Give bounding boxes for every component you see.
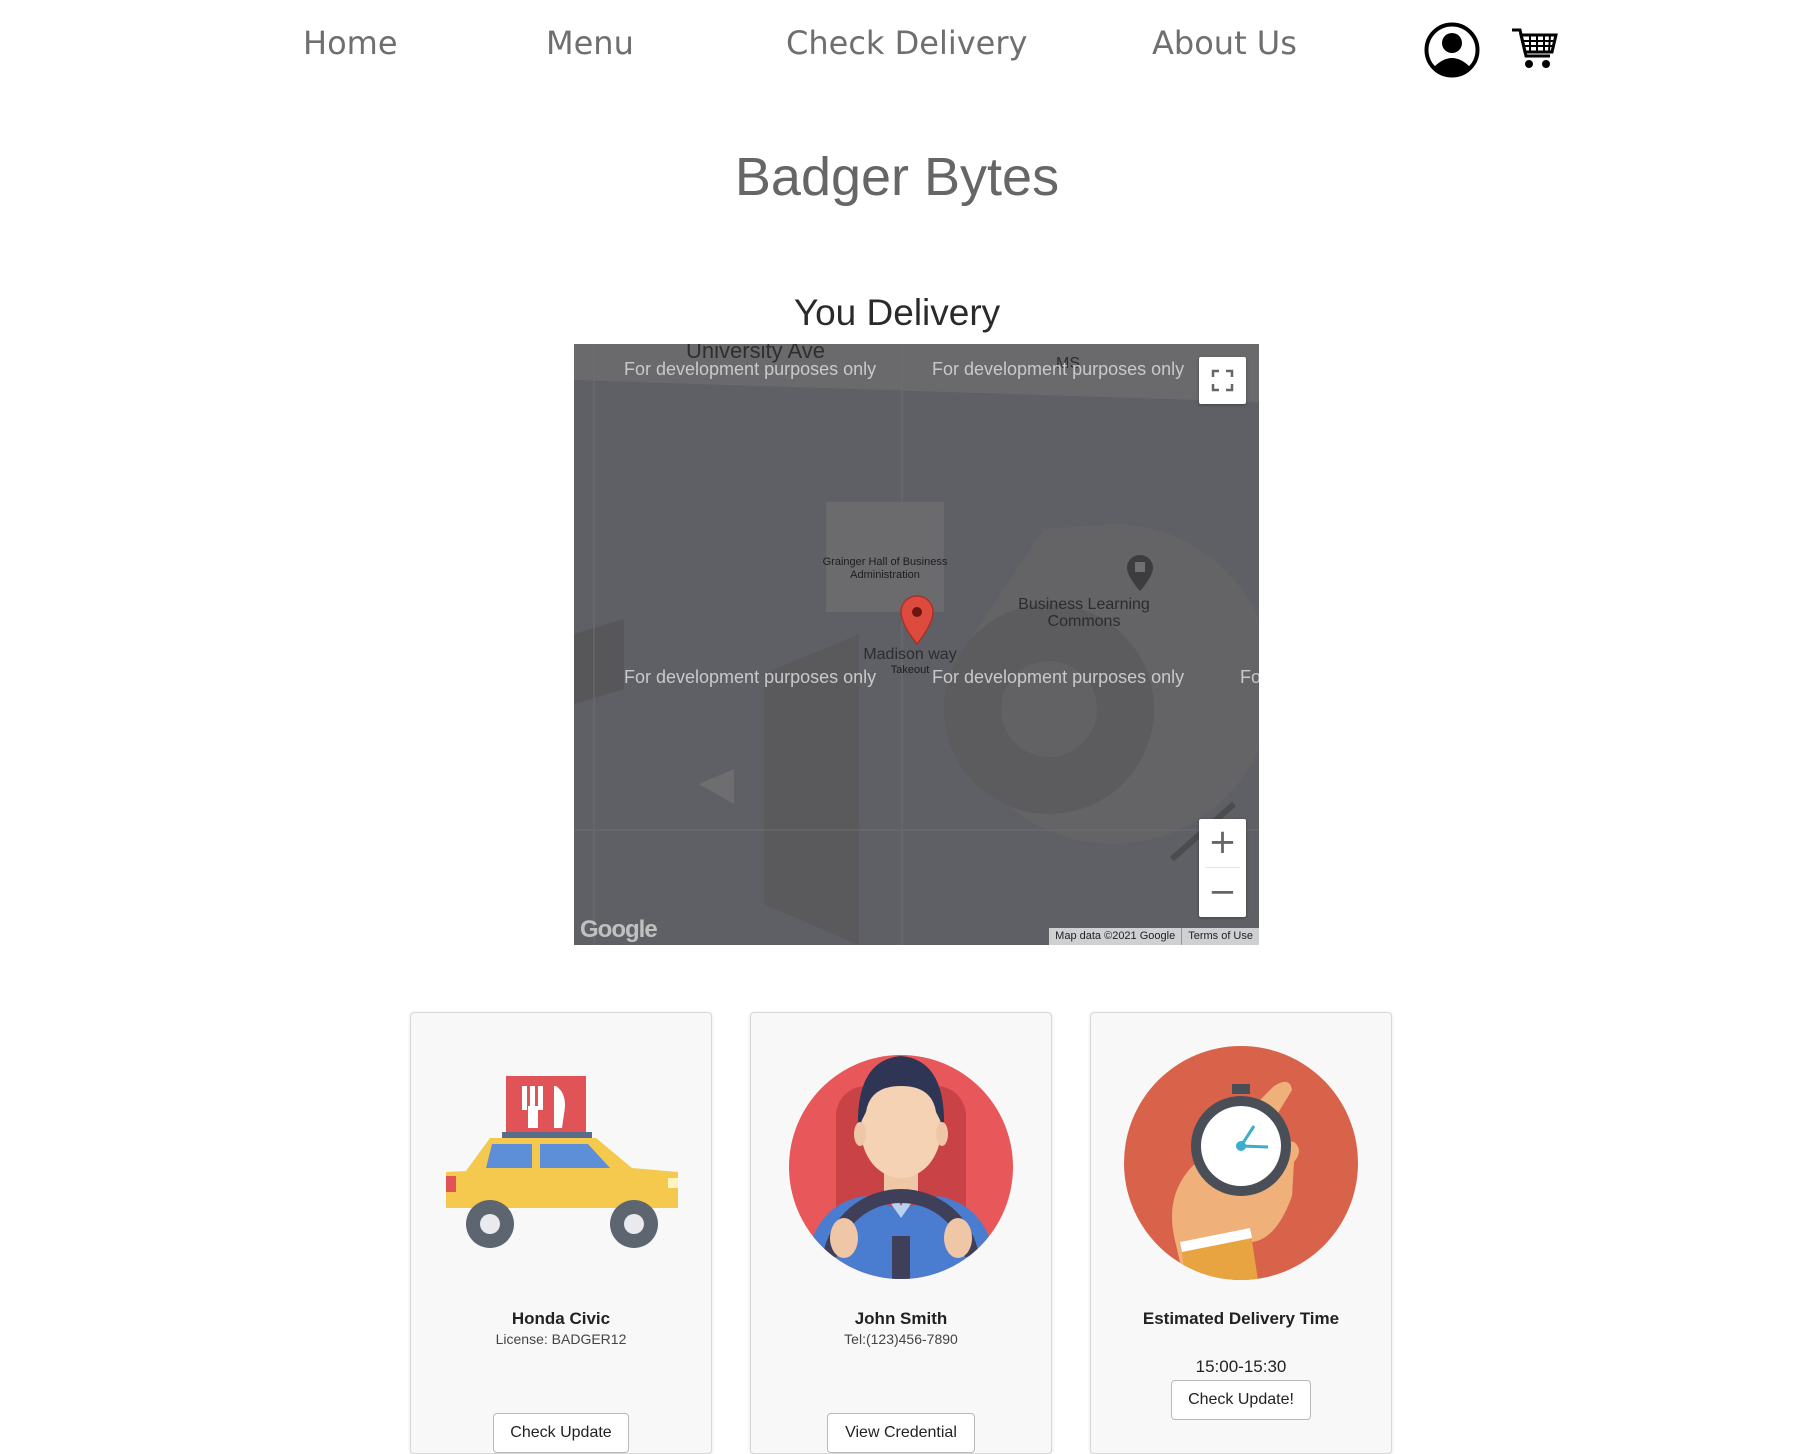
map-attribution: Map data ©2021 Google Terms of Use — [1049, 928, 1259, 945]
fullscreen-icon — [1211, 369, 1234, 392]
nav-about-us-link[interactable]: About Us — [1152, 24, 1297, 62]
shopping-cart-icon[interactable] — [1510, 24, 1558, 72]
vehicle-card: Honda Civic License: BADGER12 Check Upda… — [410, 1012, 712, 1454]
driver-icon — [789, 1055, 1013, 1279]
site-title: Badger Bytes — [734, 147, 1060, 207]
delivery-car-icon — [446, 1076, 678, 1248]
view-credential-button[interactable]: View Credential — [827, 1413, 975, 1453]
map-place-grainger-hall: Grainger Hall of Business Administration — [822, 556, 948, 581]
driver-name: John Smith — [854, 1309, 948, 1328]
map-terms-link[interactable]: Terms of Use — [1182, 928, 1259, 945]
map-place-madison-way: Madison way — [863, 646, 957, 663]
section-title: You Delivery — [793, 292, 1001, 333]
map-data-credit: Map data ©2021 Google — [1055, 930, 1176, 942]
top-nav: Home Menu Check Delivery About Us — [0, 0, 1794, 90]
map-watermark: For development purposes only — [932, 359, 1185, 379]
nav-check-delivery-link[interactable]: Check Delivery — [786, 24, 1027, 62]
map-zoom-out-button[interactable]: − — [1199, 869, 1246, 917]
vehicle-name: Honda Civic — [511, 1309, 611, 1328]
map-fullscreen-button[interactable] — [1199, 357, 1246, 404]
map-watermark: For development purposes only — [624, 359, 877, 379]
map-place-business-learning-commons: Business Learning Commons — [1018, 596, 1150, 630]
map-watermark: Fo — [1240, 667, 1259, 687]
check-update-button[interactable]: Check Update — [493, 1413, 629, 1453]
map-marker-icon — [900, 595, 934, 645]
driver-phone: Tel:(123)456-7890 — [844, 1331, 958, 1347]
nav-home-link[interactable]: Home — [303, 24, 398, 62]
map-zoom-in-button[interactable]: + — [1199, 819, 1246, 867]
delivery-time-window: 15:00-15:30 — [1195, 1357, 1287, 1376]
delivery-map[interactable]: University Ave MS For development purpos… — [574, 344, 1259, 945]
zoom-divider — [1205, 867, 1240, 868]
map-watermark: For development purposes only — [624, 667, 877, 687]
nav-menu-link[interactable]: Menu — [546, 24, 634, 62]
google-logo[interactable]: Google — [580, 916, 658, 944]
map-poi-pin-icon — [1127, 555, 1153, 591]
map-zoom-control: + − — [1199, 819, 1246, 917]
map-watermark: For development purposes only — [932, 667, 1185, 687]
delivery-time-card: Estimated Delivery Time 15:00-15:30 Chec… — [1090, 1012, 1392, 1454]
driver-card: John Smith Tel:(123)456-7890 View Creden… — [750, 1012, 1052, 1454]
map-place-takeout: Takeout — [890, 664, 930, 676]
vehicle-license: License: BADGER12 — [495, 1331, 627, 1347]
user-circle-icon[interactable] — [1424, 22, 1480, 78]
stopwatch-icon — [1124, 1046, 1358, 1280]
check-update-time-button[interactable]: Check Update! — [1171, 1380, 1311, 1420]
delivery-time-title: Estimated Delivery Time — [1142, 1309, 1340, 1328]
